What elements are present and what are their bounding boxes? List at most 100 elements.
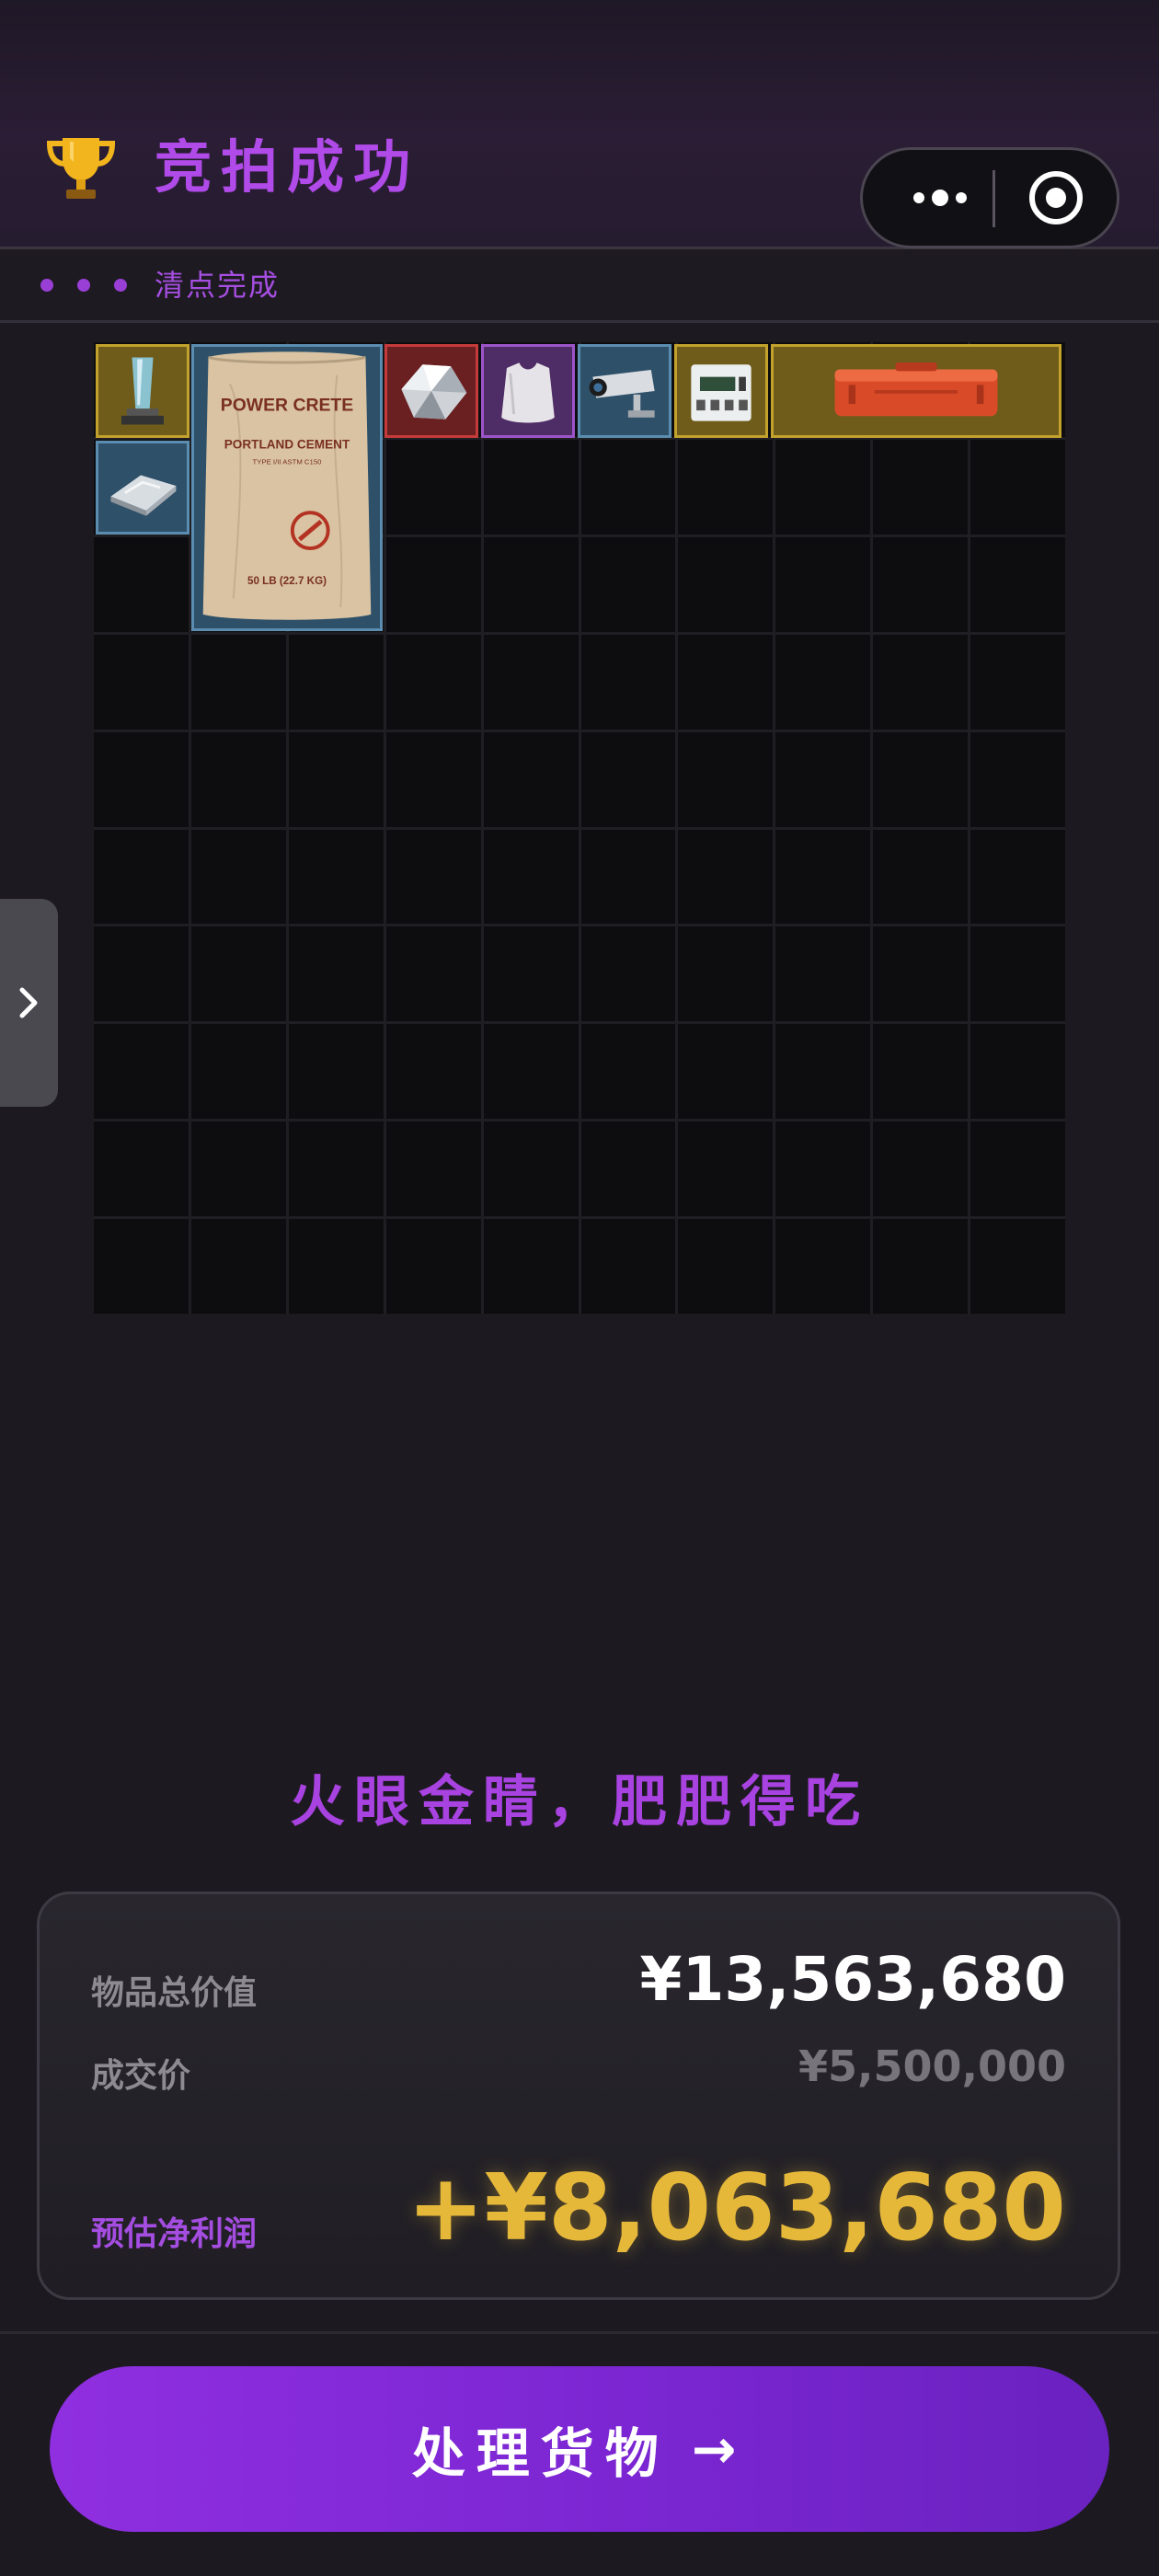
inventory-slot[interactable] xyxy=(190,1024,286,1120)
inventory-slot[interactable] xyxy=(190,926,286,1022)
diamond-item[interactable] xyxy=(384,344,478,438)
inventory-slot[interactable] xyxy=(873,1024,969,1120)
inventory-slot[interactable] xyxy=(580,1219,676,1314)
inventory-slot[interactable] xyxy=(385,1024,481,1120)
inventory-slot[interactable] xyxy=(385,1219,481,1314)
side-drawer-tab[interactable] xyxy=(0,899,58,1107)
process-goods-button[interactable]: 处理货物 → xyxy=(50,2366,1109,2532)
inventory-slot[interactable] xyxy=(678,536,774,632)
inventory-slot[interactable] xyxy=(873,1219,969,1314)
inventory-slot[interactable] xyxy=(678,1121,774,1217)
inventory-slot[interactable] xyxy=(873,926,969,1022)
inventory-slot[interactable] xyxy=(775,634,871,730)
inventory-slot[interactable] xyxy=(775,731,871,827)
orange-hard-case-item[interactable] xyxy=(771,344,1061,438)
inventory-slot[interactable] xyxy=(970,1219,1065,1314)
inventory-slot[interactable] xyxy=(190,1121,286,1217)
inventory-slot[interactable] xyxy=(970,439,1065,535)
inventory-slot[interactable] xyxy=(385,829,481,925)
glass-trophy-item[interactable] xyxy=(96,344,189,438)
inventory-slot[interactable] xyxy=(385,731,481,827)
inventory-slot[interactable] xyxy=(94,731,189,827)
body-armor-plate-item[interactable] xyxy=(481,344,575,438)
inventory-slot[interactable] xyxy=(775,439,871,535)
inventory-slot[interactable] xyxy=(288,731,384,827)
inventory-slot[interactable] xyxy=(288,829,384,925)
inventory-slot[interactable] xyxy=(873,1121,969,1217)
inventory-slot[interactable] xyxy=(678,1024,774,1120)
inventory-slot[interactable] xyxy=(580,536,676,632)
inventory-slot[interactable] xyxy=(483,1024,579,1120)
security-camera-item[interactable] xyxy=(578,344,671,438)
inventory-slot[interactable] xyxy=(580,1024,676,1120)
inventory-slot[interactable] xyxy=(190,1219,286,1314)
inventory-slot[interactable] xyxy=(873,536,969,632)
inventory-slot[interactable] xyxy=(775,1121,871,1217)
inventory-slot[interactable] xyxy=(873,731,969,827)
inventory-slot[interactable] xyxy=(678,926,774,1022)
inventory-slot[interactable] xyxy=(190,829,286,925)
inventory-slot[interactable] xyxy=(580,926,676,1022)
arrow-right-icon: → xyxy=(691,2418,748,2480)
inventory-slot[interactable] xyxy=(580,731,676,827)
inventory-slot[interactable] xyxy=(288,1219,384,1314)
inventory-slot[interactable] xyxy=(970,926,1065,1022)
inventory-slot[interactable] xyxy=(94,1219,189,1314)
inventory-slot[interactable] xyxy=(190,731,286,827)
inventory-slot[interactable] xyxy=(775,1024,871,1120)
electric-meter-item[interactable] xyxy=(674,344,768,438)
inventory-slot[interactable] xyxy=(94,926,189,1022)
inventory-slot[interactable] xyxy=(580,829,676,925)
inventory-slot[interactable] xyxy=(288,1121,384,1217)
inventory-slot[interactable] xyxy=(678,731,774,827)
cement-bag-item[interactable]: POWER CRETE PORTLAND CEMENT TYPE I/II AS… xyxy=(191,344,383,631)
inventory-slot[interactable] xyxy=(94,634,189,730)
inventory-slot[interactable] xyxy=(483,926,579,1022)
inventory-slot[interactable] xyxy=(580,439,676,535)
inventory-slot[interactable] xyxy=(970,731,1065,827)
inventory-slot[interactable] xyxy=(580,1121,676,1217)
deal-price-label: 成交价 xyxy=(91,2057,191,2095)
target-circle-icon[interactable] xyxy=(1027,168,1085,227)
inventory-slot[interactable] xyxy=(190,634,286,730)
inventory-slot[interactable] xyxy=(970,634,1065,730)
inventory-slot[interactable] xyxy=(483,439,579,535)
inventory-slot[interactable] xyxy=(775,829,871,925)
inventory-slot[interactable] xyxy=(483,1121,579,1217)
inventory-slot[interactable] xyxy=(970,829,1065,925)
inventory-slot[interactable] xyxy=(483,829,579,925)
inventory-slot[interactable] xyxy=(873,829,969,925)
inventory-slot[interactable] xyxy=(94,1121,189,1217)
inventory-slot[interactable] xyxy=(678,634,774,730)
more-dots-icon[interactable] xyxy=(896,150,984,246)
inventory-slot[interactable] xyxy=(94,1024,189,1120)
metal-ingot-item[interactable] xyxy=(96,441,189,535)
inventory-slot[interactable] xyxy=(970,1024,1065,1120)
inventory-slot[interactable] xyxy=(678,829,774,925)
inventory-slot[interactable] xyxy=(970,1121,1065,1217)
inventory-slot[interactable] xyxy=(775,926,871,1022)
inventory-slot[interactable] xyxy=(385,439,481,535)
inventory-slot[interactable] xyxy=(580,634,676,730)
inventory-slot[interactable] xyxy=(385,926,481,1022)
inventory-slot[interactable] xyxy=(288,634,384,730)
inventory-slot[interactable] xyxy=(678,439,774,535)
inventory-slot[interactable] xyxy=(775,1219,871,1314)
inventory-slot[interactable] xyxy=(288,926,384,1022)
inventory-slot[interactable] xyxy=(483,634,579,730)
header-bar: 竞拍成功 xyxy=(0,0,1159,249)
inventory-slot[interactable] xyxy=(385,536,481,632)
inventory-slot[interactable] xyxy=(385,634,481,730)
inventory-slot[interactable] xyxy=(483,536,579,632)
inventory-slot[interactable] xyxy=(385,1121,481,1217)
inventory-slot[interactable] xyxy=(483,731,579,827)
inventory-slot[interactable] xyxy=(970,536,1065,632)
inventory-slot[interactable] xyxy=(873,439,969,535)
inventory-slot[interactable] xyxy=(288,1024,384,1120)
inventory-slot[interactable] xyxy=(775,536,871,632)
inventory-slot[interactable] xyxy=(873,634,969,730)
inventory-slot[interactable] xyxy=(94,536,189,632)
inventory-slot[interactable] xyxy=(678,1219,774,1314)
inventory-slot[interactable] xyxy=(94,829,189,925)
inventory-slot[interactable] xyxy=(483,1219,579,1314)
